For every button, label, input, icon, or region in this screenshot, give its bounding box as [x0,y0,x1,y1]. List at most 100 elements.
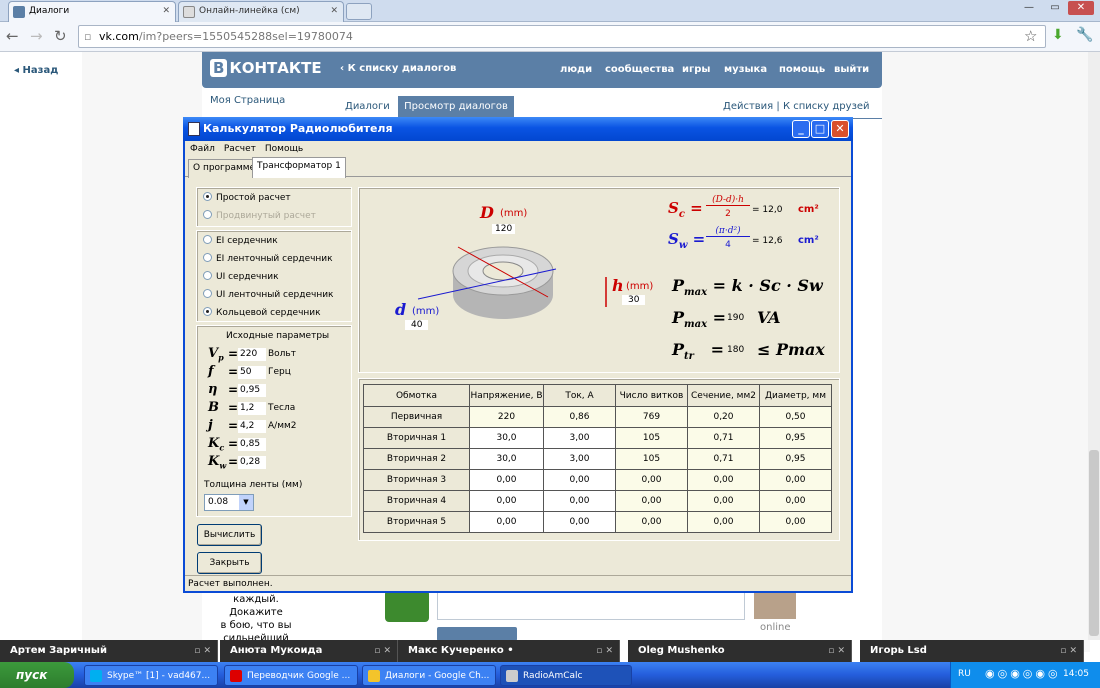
table-cell[interactable]: 0,00 [469,511,544,533]
taskbar-chrome[interactable]: Диалоги - Google Ch... [362,665,496,686]
table-cell[interactable]: 0,00 [469,469,544,491]
nav-games[interactable]: игры [682,64,710,75]
tab-view-dialogs[interactable]: Просмотр диалогов [398,96,514,118]
close-icon[interactable]: ▫ ✕ [194,640,211,662]
table-cell[interactable]: 30,0 [469,427,544,449]
radio-core-ei-tape[interactable]: EI ленточный сердечник [203,253,333,265]
avatar[interactable] [385,590,429,622]
menu-help[interactable]: Помощь [265,144,303,154]
close-icon[interactable]: ✕ [330,2,338,21]
param-input[interactable]: 0,28 [238,456,266,469]
table-cell[interactable]: 0,00 [543,469,616,491]
scrollbar-thumb[interactable] [1089,450,1099,636]
wrench-icon[interactable]: 🔧 [1076,27,1093,43]
nav-help[interactable]: помощь [779,64,825,75]
table-cell[interactable]: 0,00 [543,490,616,512]
radio-core-ui[interactable]: UI сердечник [203,271,279,283]
table-cell[interactable]: 0,00 [469,490,544,512]
chat-name: Анюта Мукоида [230,645,323,656]
param-input[interactable]: 50 [238,366,266,379]
friends-link[interactable]: К списку друзей [783,101,870,112]
browser-tab-ruler[interactable]: Онлайн-линейка (см) ✕ [178,1,344,22]
back-to-dialogs-link[interactable]: ‹ К списку диалогов [340,63,456,74]
table-cell[interactable]: 0,00 [543,511,616,533]
skype-chat-1[interactable]: Артем Заричный ▫ ✕ [0,640,218,662]
d-value[interactable]: 40 [405,320,429,330]
minimize-button[interactable]: _ [792,120,810,138]
maximize-button[interactable]: □ [811,120,829,138]
taskbar-skype[interactable]: Skype™ [1] - vad467... [84,665,218,686]
param-input[interactable]: 1,2 [238,402,266,415]
taskbar-label: Skype™ [1] - vad467... [107,671,211,681]
D-value[interactable]: 120 [492,224,516,234]
send-button[interactable] [437,627,517,641]
nav-communities[interactable]: сообщества [605,64,674,75]
taskbar-opera[interactable]: Переводчик Google ... [224,665,358,686]
table-cell[interactable]: 30,0 [469,448,544,470]
address-host: vk.com [99,30,139,43]
radio-core-toroid[interactable]: Кольцевой сердечник [203,307,321,319]
table-row: Вторичная 3 0,00 0,00 0,00 0,00 0,00 [363,469,832,491]
maximize-icon[interactable]: ▭ [1042,1,1068,15]
browser-tab-dialogs[interactable]: Диалоги ✕ [8,1,176,22]
start-button[interactable]: пуск [0,662,74,688]
skype-chat-4[interactable]: Oleg Mushenko ▫ ✕ [628,640,852,662]
actions-link[interactable]: Действия [723,101,773,112]
back-label: Назад [22,65,59,76]
address-bar[interactable]: ▫ vk.com/im?peers=1550545288sel=19780074 [78,25,1046,48]
radio-core-ui-tape[interactable]: UI ленточный сердечник [203,289,334,301]
message-input[interactable] [437,590,745,620]
vk-logo[interactable]: В КОНТАКТЕ [210,59,322,77]
nav-logout[interactable]: выйти [834,64,869,75]
tab-dialogs[interactable]: Диалоги [345,101,390,112]
table-cell[interactable]: 3,00 [543,427,616,449]
menu-calc[interactable]: Расчет [224,144,256,154]
language-indicator[interactable]: RU [958,669,971,679]
close-button[interactable]: ✕ [831,120,849,138]
skype-chat-2[interactable]: Анюта Мукоида ▫ ✕ [220,640,398,662]
vk-back-link[interactable]: ◂ Назад [14,65,58,76]
back-arrow-icon[interactable]: ← [6,26,19,46]
table-cell[interactable]: 3,00 [543,448,616,470]
radio-advanced[interactable]: Продвинутый расчет [203,210,316,222]
minimize-icon[interactable]: — [1016,1,1042,15]
table-cell: 0,50 [759,406,832,428]
new-tab-button[interactable] [346,3,372,20]
my-page-link[interactable]: Моя Страница [210,95,285,106]
close-icon[interactable]: ▫ ✕ [828,640,845,662]
param-input[interactable]: 220 [238,348,266,361]
param-input[interactable]: 0,85 [238,438,266,451]
param-input[interactable]: 0,95 [238,384,266,397]
skype-chat-5[interactable]: Игорь Lsd ▫ ✕ [860,640,1084,662]
close-icon[interactable]: ▫ ✕ [374,640,391,662]
calculate-button[interactable]: Вычислить [197,524,262,546]
avatar[interactable] [754,591,796,619]
taskbar-radioamcalc[interactable]: RadioAmCalc [500,665,632,686]
nav-people[interactable]: люди [560,64,592,75]
close-window-icon[interactable]: ✕ [1068,1,1094,15]
table-cell[interactable]: 0,86 [543,406,616,428]
star-icon[interactable]: ☆ [1024,27,1037,45]
close-icon[interactable]: ▫ ✕ [1060,640,1077,662]
nav-music[interactable]: музыка [724,64,767,75]
tab-transformer-1[interactable]: Трансформатор 1 [252,157,346,178]
h-value[interactable]: 30 [622,295,646,305]
skype-chat-3[interactable]: Макс Кучеренко • ▫ ✕ [398,640,620,662]
download-icon[interactable]: ⬇ [1052,27,1064,43]
chevron-down-icon[interactable]: ▼ [239,495,253,510]
param-equals: = [228,419,239,433]
tab-about[interactable]: О программе [188,159,261,178]
tray-icons[interactable]: ◉◎◉◎◉◎ [985,667,1061,680]
forward-arrow-icon[interactable]: → [30,26,43,46]
close-app-button[interactable]: Закрыть [197,552,262,574]
table-cell[interactable]: 220 [469,406,544,428]
tape-select[interactable]: 0.08 ▼ [204,494,254,511]
table-cell: 0,95 [759,427,832,449]
menu-file[interactable]: Файл [190,144,215,154]
param-input[interactable]: 4,2 [238,420,266,433]
close-icon[interactable]: ▫ ✕ [596,640,613,662]
radio-core-ei[interactable]: EI сердечник [203,235,278,247]
close-icon[interactable]: ✕ [162,2,170,21]
radio-simple[interactable]: Простой расчет [203,192,291,204]
reload-icon[interactable]: ↻ [54,26,67,46]
